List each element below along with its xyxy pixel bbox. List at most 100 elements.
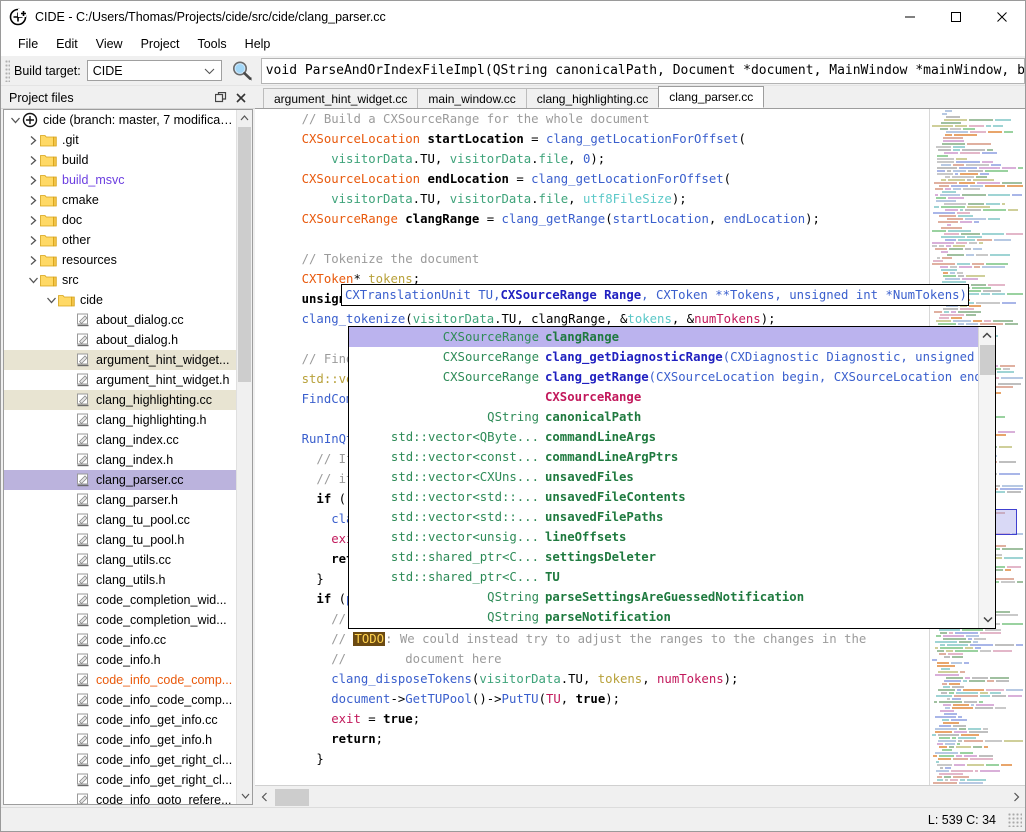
tree-item[interactable]: clang_parser.h bbox=[4, 490, 236, 510]
tree-item[interactable]: code_info.cc bbox=[4, 630, 236, 650]
tree-item[interactable]: resources bbox=[4, 250, 236, 270]
tree-item[interactable]: code_info_get_right_cl... bbox=[4, 750, 236, 770]
editor-tab[interactable]: argument_hint_widget.cc bbox=[263, 88, 419, 108]
chevron-down-icon[interactable] bbox=[979, 611, 995, 628]
chevron-up-icon[interactable] bbox=[237, 110, 252, 126]
toolbar-grip[interactable] bbox=[5, 59, 10, 82]
tree-item[interactable]: clang_highlighting.h bbox=[4, 410, 236, 430]
tree-item[interactable]: code_info_code_comp... bbox=[4, 670, 236, 690]
menu-item-help[interactable]: Help bbox=[236, 34, 280, 54]
completion-item[interactable]: CXSourceRange bbox=[349, 387, 978, 407]
tree-item[interactable]: other bbox=[4, 230, 236, 250]
tree-item[interactable]: clang_tu_pool.cc bbox=[4, 510, 236, 530]
dock-close-button[interactable] bbox=[231, 89, 251, 107]
tree-item[interactable]: clang_index.cc bbox=[4, 430, 236, 450]
resize-grip[interactable] bbox=[1008, 812, 1022, 827]
editor-tab[interactable]: main_window.cc bbox=[417, 88, 527, 108]
maximize-button[interactable] bbox=[933, 1, 979, 32]
chevron-right-icon[interactable] bbox=[1007, 787, 1025, 807]
tree-item[interactable]: code_info_goto_refere... bbox=[4, 790, 236, 804]
completion-item-name: clangRange bbox=[545, 330, 620, 344]
chevron-down-icon[interactable] bbox=[44, 290, 58, 310]
editor-horizontal-scrollbar[interactable] bbox=[255, 785, 1025, 807]
dock-float-button[interactable] bbox=[211, 89, 231, 107]
tree-item[interactable]: cmake bbox=[4, 190, 236, 210]
completion-item[interactable]: std::vector<std::... unsavedFilePaths bbox=[349, 507, 978, 527]
tree-item[interactable]: code_completion_wid... bbox=[4, 590, 236, 610]
tree-item[interactable]: .git bbox=[4, 130, 236, 150]
completion-scrollbar[interactable] bbox=[978, 327, 995, 628]
tree-item[interactable]: argument_hint_widget.h bbox=[4, 370, 236, 390]
completion-item[interactable]: CXSourceRange clang_getRange (CXSourceLoca… bbox=[349, 367, 978, 387]
menu-item-tools[interactable]: Tools bbox=[188, 34, 235, 54]
horizontal-scroll-track[interactable] bbox=[273, 787, 1007, 807]
tree-item[interactable]: cide (branch: master, 7 modificati... bbox=[4, 110, 236, 130]
editor-tab[interactable]: clang_highlighting.cc bbox=[525, 88, 660, 108]
completion-item[interactable]: QString canonicalPath bbox=[349, 407, 978, 427]
tree-item[interactable]: code_info_get_right_cl... bbox=[4, 770, 236, 790]
minimap-token bbox=[941, 163, 951, 166]
search-input[interactable]: void ParseAndOrIndexFileImpl(QString can… bbox=[260, 57, 1025, 84]
minimize-button[interactable] bbox=[887, 1, 933, 32]
chevron-right-icon[interactable] bbox=[26, 210, 40, 230]
tree-item[interactable]: about_dialog.cc bbox=[4, 310, 236, 330]
tree-item[interactable]: about_dialog.h bbox=[4, 330, 236, 350]
tree-item[interactable]: clang_index.h bbox=[4, 450, 236, 470]
code-token: = bbox=[523, 132, 546, 146]
tree-item[interactable]: clang_parser.cc bbox=[4, 470, 236, 490]
tree-item[interactable]: code_info.h bbox=[4, 650, 236, 670]
chevron-right-icon[interactable] bbox=[26, 150, 40, 170]
tree-item[interactable]: clang_utils.h bbox=[4, 570, 236, 590]
scrollbar-thumb[interactable] bbox=[238, 127, 251, 382]
tree-item[interactable]: build_msvc bbox=[4, 170, 236, 190]
completion-item[interactable]: std::vector<CXUns... unsavedFiles bbox=[349, 467, 978, 487]
chevron-right-icon[interactable] bbox=[26, 230, 40, 250]
editor-tab[interactable]: clang_parser.cc bbox=[658, 86, 765, 108]
completion-item[interactable]: QString parseSettingsAreGuessedNotificati… bbox=[349, 587, 978, 607]
menu-item-file[interactable]: File bbox=[9, 34, 47, 54]
build-target-select[interactable]: CIDE bbox=[86, 60, 222, 81]
chevron-right-icon[interactable] bbox=[26, 190, 40, 210]
chevron-down-icon[interactable] bbox=[8, 110, 22, 130]
tree-item[interactable]: doc bbox=[4, 210, 236, 230]
completion-item[interactable]: std::shared_ptr<C... TU bbox=[349, 567, 978, 587]
chevron-down-icon[interactable] bbox=[26, 270, 40, 290]
tree-item[interactable]: src bbox=[4, 270, 236, 290]
tree-item[interactable]: clang_highlighting.cc bbox=[4, 390, 236, 410]
chevron-right-icon[interactable] bbox=[26, 130, 40, 150]
tree-item[interactable]: argument_hint_widget... bbox=[4, 350, 236, 370]
chevron-up-icon[interactable] bbox=[979, 327, 995, 344]
project-tree-list[interactable]: cide (branch: master, 7 modificati... .gi… bbox=[4, 110, 236, 804]
chevron-left-icon[interactable] bbox=[255, 787, 273, 807]
completion-item[interactable]: std::shared_ptr<C... settingsDeleter bbox=[349, 547, 978, 567]
close-button[interactable] bbox=[979, 1, 1025, 32]
completion-item[interactable]: std::vector<std::... unsavedFileContents bbox=[349, 487, 978, 507]
completion-list[interactable]: CXSourceRange clangRange CXSourceRange clan… bbox=[349, 327, 978, 628]
menu-item-view[interactable]: View bbox=[87, 34, 132, 54]
completion-item[interactable]: CXSourceRange clang_getDiagnosticRange (CX… bbox=[349, 347, 978, 367]
menu-item-edit[interactable]: Edit bbox=[47, 34, 87, 54]
chevron-right-icon[interactable] bbox=[26, 250, 40, 270]
chevron-right-icon[interactable] bbox=[26, 170, 40, 190]
search-button[interactable] bbox=[229, 58, 255, 84]
tree-item[interactable]: code_info_get_info.cc bbox=[4, 710, 236, 730]
tree-item[interactable]: code_info_get_info.h bbox=[4, 730, 236, 750]
tree-item[interactable]: build bbox=[4, 150, 236, 170]
completion-item[interactable]: std::vector<unsig... lineOffsets bbox=[349, 527, 978, 547]
chevron-down-icon[interactable] bbox=[237, 788, 252, 804]
project-tree-scrollbar[interactable] bbox=[236, 110, 252, 804]
code-completion-popup[interactable]: CXSourceRange clangRange CXSourceRange clan… bbox=[348, 326, 996, 629]
completion-item[interactable]: CXSourceRange clangRange bbox=[349, 327, 978, 347]
tree-item[interactable]: cide bbox=[4, 290, 236, 310]
tree-twisty-placeholder bbox=[62, 770, 76, 790]
menu-item-project[interactable]: Project bbox=[132, 34, 189, 54]
tree-item[interactable]: clang_utils.cc bbox=[4, 550, 236, 570]
tree-item[interactable]: clang_tu_pool.h bbox=[4, 530, 236, 550]
scrollbar-thumb[interactable] bbox=[980, 345, 995, 375]
tree-item[interactable]: code_info_code_comp... bbox=[4, 690, 236, 710]
horizontal-scroll-thumb[interactable] bbox=[275, 788, 309, 806]
completion-item[interactable]: std::vector<const... commandLineArgPtrs bbox=[349, 447, 978, 467]
completion-item[interactable]: std::vector<QByte... commandLineArgs bbox=[349, 427, 978, 447]
tree-item[interactable]: code_completion_wid... bbox=[4, 610, 236, 630]
completion-item[interactable]: QString parseNotification bbox=[349, 607, 978, 627]
